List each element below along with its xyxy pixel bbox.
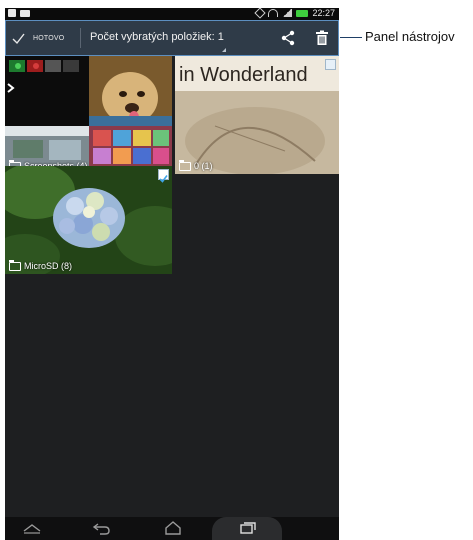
file-icon <box>8 9 16 17</box>
battery-icon <box>296 9 309 17</box>
thumbnail-text: in Wonderland <box>179 64 308 86</box>
album-title: MicroSD (8) <box>24 261 73 271</box>
checkmark-icon <box>159 175 168 183</box>
album-caption: MicroSD (8) <box>9 259 73 271</box>
toolbar-divider <box>80 28 81 48</box>
folder-icon <box>9 259 21 271</box>
mute-icon <box>254 8 267 19</box>
callout-leader-line <box>340 37 362 38</box>
selected-count-dropdown[interactable]: Počet vybratých položiek: 1 <box>90 31 224 43</box>
status-bar: 22:27 <box>5 8 339 20</box>
album-select-checkbox[interactable] <box>325 59 336 70</box>
album-tile-screenshots[interactable]: Screenshots (4) <box>5 56 172 174</box>
folder-icon <box>179 159 191 171</box>
album-title: 0 (1) <box>194 161 213 171</box>
wifi-icon <box>268 9 279 17</box>
back-icon[interactable] <box>91 521 113 535</box>
message-icon <box>20 10 30 17</box>
done-label: HOTOVO <box>33 34 65 42</box>
album-select-checkbox[interactable] <box>158 169 169 183</box>
trash-icon[interactable] <box>315 30 329 46</box>
callout-label: Panel nástrojov <box>365 29 455 44</box>
album-caption: 0 (1) <box>179 159 213 171</box>
menu-up-icon[interactable] <box>21 521 43 535</box>
album-tile-0[interactable]: in Wonderland 0 (1) <box>175 56 339 174</box>
album-thumbnail <box>5 56 172 174</box>
signal-icon <box>282 9 293 17</box>
share-icon[interactable] <box>280 30 296 46</box>
done-button[interactable]: HOTOVO <box>12 21 64 55</box>
status-time: 22:27 <box>312 8 335 18</box>
recent-apps-icon[interactable] <box>236 521 258 535</box>
album-thumbnail <box>5 166 172 274</box>
checkmark-icon <box>12 33 25 44</box>
album-tile-microsd[interactable]: MicroSD (8) <box>5 166 172 274</box>
gallery-screen: 22:27 HOTOVO Počet vybratých položiek: 1 <box>5 8 339 540</box>
dropdown-indicator-icon <box>222 48 226 52</box>
system-navigation-bar <box>5 517 339 540</box>
action-toolbar: HOTOVO Počet vybratých položiek: 1 <box>5 20 339 56</box>
home-icon[interactable] <box>162 521 184 535</box>
